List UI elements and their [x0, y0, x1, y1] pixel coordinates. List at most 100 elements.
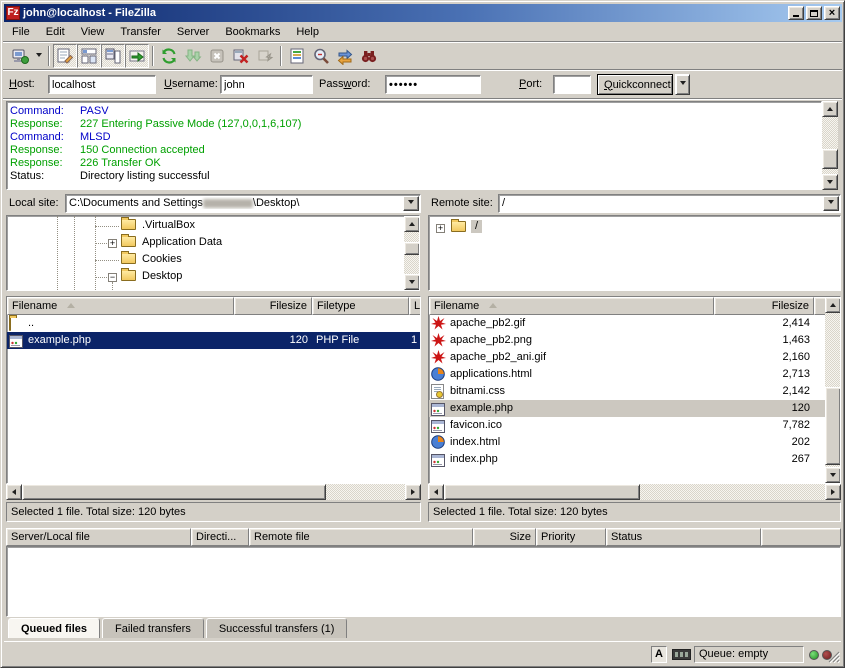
menu-transfer[interactable]: Transfer — [112, 24, 169, 40]
synchronized-browsing-button[interactable] — [333, 44, 357, 68]
tree-item-application-data[interactable] — [121, 236, 136, 250]
remote-file-list[interactable]: Filename Filesize apache_pb2.gif 2,414 a… — [428, 296, 841, 484]
tree-item-label[interactable]: Cookies — [142, 253, 182, 266]
local-directory-tree[interactable]: .VirtualBox + Application Data Cookies −… — [6, 215, 420, 291]
ascii-transfer-type-icon[interactable]: A — [651, 646, 667, 663]
remote-directory-tree[interactable]: + / — [428, 215, 841, 291]
scrollbar-thumb[interactable] — [444, 484, 640, 500]
refresh-button[interactable] — [157, 44, 181, 68]
remote-vertical-scrollbar[interactable] — [825, 297, 841, 483]
local-file-row-selected[interactable]: example.php 120 PHP File 1 — [7, 332, 420, 349]
toggle-message-log-button[interactable] — [53, 44, 77, 68]
queue-column-priority[interactable]: Priority — [536, 528, 606, 546]
remote-file-row[interactable]: applications.html 2,713 — [429, 366, 825, 383]
resize-grip[interactable] — [826, 649, 840, 663]
scrollbar-thumb[interactable] — [825, 387, 841, 465]
password-input[interactable] — [385, 75, 481, 94]
host-input[interactable] — [48, 75, 156, 94]
remote-file-row[interactable]: bitnami.css 2,142 — [429, 383, 825, 400]
log-scrollbar[interactable] — [822, 101, 838, 190]
site-manager-dropdown-button[interactable] — [32, 44, 45, 68]
remote-column-filesize[interactable]: Filesize — [714, 297, 814, 315]
scroll-right-button[interactable] — [405, 484, 421, 500]
local-file-list[interactable]: Filename Filesize Filetype L .. example.… — [6, 296, 421, 484]
disconnect-button[interactable] — [229, 44, 253, 68]
reconnect-button[interactable] — [253, 44, 277, 68]
speedlimits-icon[interactable] — [672, 649, 691, 660]
local-site-dropdown-button[interactable] — [403, 196, 419, 211]
local-tree-scrollbar[interactable] — [404, 216, 420, 290]
scrollbar-thumb[interactable] — [22, 484, 326, 500]
queue-column-server-local-file[interactable]: Server/Local file — [6, 528, 191, 546]
scroll-left-button[interactable] — [428, 484, 444, 500]
local-site-combo[interactable]: C:\Documents and Settings\Desktop\ — [65, 194, 421, 213]
local-horizontal-scrollbar[interactable] — [6, 484, 421, 500]
scroll-left-button[interactable] — [6, 484, 22, 500]
queue-column-size[interactable]: Size — [473, 528, 536, 546]
remote-site-dropdown-button[interactable] — [823, 196, 839, 211]
remote-file-row-selected[interactable]: example.php 120 — [429, 400, 825, 417]
queue-list[interactable] — [6, 546, 841, 617]
toggle-queue-button[interactable] — [125, 44, 149, 68]
remote-file-row[interactable]: index.php 267 — [429, 451, 825, 468]
menu-file[interactable]: File — [4, 24, 38, 40]
site-manager-button[interactable] — [8, 44, 32, 68]
scrollbar-thumb[interactable] — [822, 149, 838, 169]
tree-item-cookies[interactable] — [121, 253, 136, 267]
scroll-down-button[interactable] — [822, 174, 838, 190]
tab-failed-transfers[interactable]: Failed transfers — [102, 618, 204, 638]
queue-column-direction[interactable]: Directi... — [191, 528, 249, 546]
cancel-button[interactable] — [205, 44, 229, 68]
menu-view[interactable]: View — [73, 24, 113, 40]
remote-site-combo[interactable]: / — [498, 194, 841, 213]
minimize-button[interactable] — [788, 6, 804, 20]
scrollbar-thumb[interactable] — [404, 242, 420, 255]
port-input[interactable] — [553, 75, 591, 94]
remote-horizontal-scrollbar[interactable] — [428, 484, 841, 500]
tree-item-label[interactable]: .VirtualBox — [142, 219, 195, 232]
local-column-filesize[interactable]: Filesize — [234, 297, 312, 315]
toggle-local-tree-button[interactable] — [77, 44, 101, 68]
find-files-button[interactable] — [357, 44, 381, 68]
username-input[interactable] — [220, 75, 313, 94]
remote-file-row[interactable]: favicon.ico 7,782 — [429, 417, 825, 434]
scroll-down-button[interactable] — [825, 467, 841, 483]
menu-help[interactable]: Help — [288, 24, 327, 40]
tree-item-desktop[interactable] — [121, 270, 136, 284]
scroll-up-button[interactable] — [822, 101, 838, 117]
scroll-up-button[interactable] — [825, 297, 841, 313]
message-log[interactable]: Command:PASV Response:227 Entering Passi… — [6, 101, 822, 190]
queue-column-remote-file[interactable]: Remote file — [249, 528, 473, 546]
tree-item-label[interactable]: Desktop — [142, 270, 182, 283]
tree-item-label[interactable]: / — [471, 220, 482, 233]
local-column-filetype[interactable]: Filetype — [312, 297, 409, 315]
remote-file-row[interactable]: apache_pb2.png 1,463 — [429, 332, 825, 349]
filter-button[interactable] — [285, 44, 309, 68]
maximize-button[interactable] — [806, 6, 822, 20]
local-column-lastmodified[interactable]: L — [409, 297, 421, 315]
quickconnect-dropdown-button[interactable] — [675, 74, 690, 95]
local-column-filename[interactable]: Filename — [7, 297, 234, 315]
remote-column-filename[interactable]: Filename — [429, 297, 714, 315]
tree-item-virtualbox[interactable] — [121, 219, 136, 233]
directory-comparison-button[interactable] — [309, 44, 333, 68]
queue-column-status[interactable]: Status — [606, 528, 761, 546]
tab-successful-transfers[interactable]: Successful transfers (1) — [206, 618, 348, 638]
toggle-remote-tree-button[interactable] — [101, 44, 125, 68]
tab-queued-files[interactable]: Queued files — [8, 618, 100, 638]
local-file-row-parent[interactable]: .. — [7, 315, 420, 332]
menu-bookmarks[interactable]: Bookmarks — [217, 24, 288, 40]
tree-item-root[interactable] — [451, 221, 466, 235]
process-queue-button[interactable] — [181, 44, 205, 68]
menu-server[interactable]: Server — [169, 24, 217, 40]
close-button[interactable]: × — [824, 6, 840, 20]
remote-file-row[interactable]: apache_pb2_ani.gif 2,160 — [429, 349, 825, 366]
tree-expander-minus[interactable]: − — [108, 273, 117, 282]
menu-edit[interactable]: Edit — [38, 24, 73, 40]
scroll-up-button[interactable] — [404, 216, 420, 232]
tree-expander-plus[interactable]: + — [108, 239, 117, 248]
remote-file-row[interactable]: apache_pb2.gif 2,414 — [429, 315, 825, 332]
scroll-right-button[interactable] — [825, 484, 841, 500]
tree-expander-plus[interactable]: + — [436, 224, 445, 233]
scroll-down-button[interactable] — [404, 274, 420, 290]
